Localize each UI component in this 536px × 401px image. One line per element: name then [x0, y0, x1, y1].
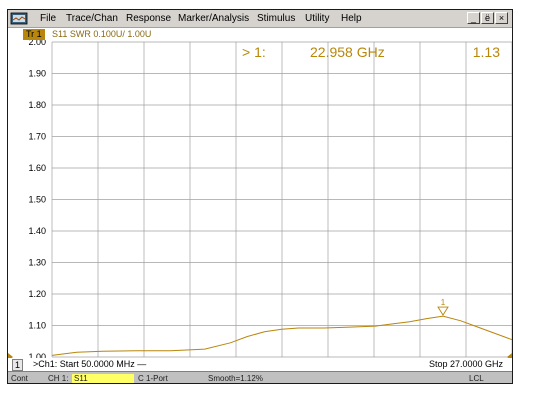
y-tick-label: 1.30	[28, 258, 46, 268]
menu-trace-chan[interactable]: Trace/Chan	[66, 13, 118, 24]
marker-readout-prefix: > 1:	[242, 44, 266, 60]
restore-button[interactable]: ё	[481, 12, 494, 24]
trace-badge[interactable]: Tr 1	[23, 29, 45, 40]
y-tick-label: 1.80	[28, 100, 46, 110]
y-tick-label: 1.70	[28, 132, 46, 142]
menu-marker-analysis[interactable]: Marker/Analysis	[178, 13, 249, 24]
marker-readout-value: 1.13	[473, 44, 500, 60]
channel-number[interactable]: 1	[12, 359, 23, 371]
swr-chart: 2.00 1.90 1.80 1.70 1.60 1.50 1.40 1.30 1.20 1.10…	[8, 40, 512, 358]
channel-bar: 1 >Ch1: Start 50.0000 MHz — Stop 27.0000…	[8, 358, 512, 371]
status-remote: LCL	[469, 374, 484, 383]
y-tick-label: 1.40	[28, 226, 46, 236]
app-icon[interactable]	[10, 12, 28, 25]
y-tick-label: 1.90	[28, 69, 46, 79]
application-window: File Trace/Chan Response Marker/Analysis…	[7, 9, 513, 384]
status-parameter: S11	[72, 374, 134, 383]
y-tick-label: 2.00	[28, 40, 46, 47]
menu-utility[interactable]: Utility	[305, 13, 329, 24]
status-smoothing: Smooth=1.12%	[208, 374, 263, 383]
marker-readout-frequency: 22.958 GHz	[310, 44, 385, 60]
menu-file[interactable]: File	[40, 13, 56, 24]
status-channel: CH 1:	[48, 374, 69, 383]
menu-response[interactable]: Response	[126, 13, 171, 24]
status-bar: Cont CH 1: S11 C 1-Port Smooth=1.12% LCL	[8, 371, 512, 383]
close-button[interactable]: ×	[495, 12, 508, 24]
y-tick-label: 1.10	[28, 321, 46, 331]
menu-stimulus[interactable]: Stimulus	[257, 13, 295, 24]
trace-status-bar: Tr 1 S11 SWR 0.100U/ 1.00U	[8, 28, 512, 40]
status-calibration: C 1-Port	[138, 374, 168, 383]
start-frequency[interactable]: >Ch1: Start 50.0000 MHz —	[33, 359, 146, 370]
minimize-button[interactable]: _	[467, 12, 480, 24]
y-tick-label: 1.50	[28, 195, 46, 205]
y-tick-label: 1.20	[28, 289, 46, 299]
trace-label[interactable]: S11 SWR 0.100U/ 1.00U	[52, 29, 151, 40]
stop-frequency[interactable]: Stop 27.0000 GHz	[429, 359, 503, 370]
status-mode: Cont	[11, 374, 28, 383]
marker-label: 1	[441, 298, 446, 307]
menu-help[interactable]: Help	[341, 13, 362, 24]
menu-bar: File Trace/Chan Response Marker/Analysis…	[8, 10, 512, 28]
y-tick-label: 1.60	[28, 163, 46, 173]
